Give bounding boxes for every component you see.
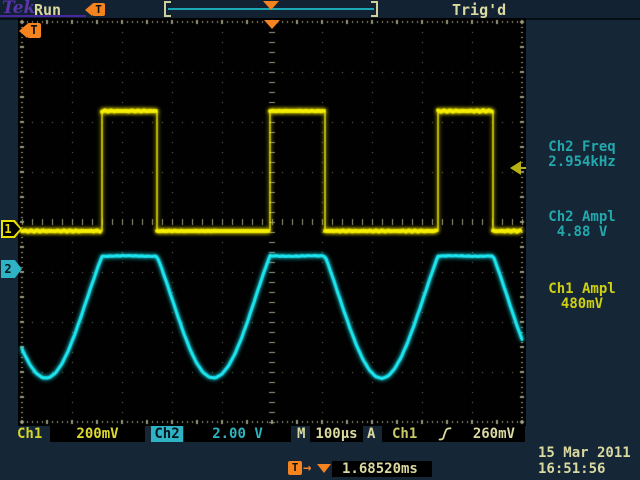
measurement-value: 4.88 V xyxy=(526,225,638,240)
measurement-ch1-ampl: Ch1 Ampl 480mV xyxy=(526,282,638,312)
date-readout: 15 Mar 2011 xyxy=(538,445,631,461)
measurement-ch2-freq: Ch2 Freq 2.954kHz xyxy=(526,140,638,170)
record-view-position-icon xyxy=(263,1,279,10)
ch1-label: Ch1 xyxy=(17,427,42,443)
ch1-scale-readout: 200mV xyxy=(50,426,145,442)
trigger-level-readout: 260mV xyxy=(473,426,515,442)
measurement-label: Ch1 Ampl xyxy=(526,282,638,297)
ch2-marker-label: 2 xyxy=(1,261,15,277)
datetime-readout: 15 Mar 2011 16:51:56 xyxy=(538,445,631,477)
arrow-right-icon: → xyxy=(303,460,311,476)
ch2-scale-readout: 2.00 V xyxy=(184,426,291,442)
oscilloscope-display: Tek Run T Trig'd T 1 2 Ch2 Freq xyxy=(0,0,640,480)
trigger-level-arrow-icon xyxy=(510,161,521,175)
t-marker-icon: T xyxy=(288,461,302,475)
trigger-source: Ch1 xyxy=(392,426,417,442)
trigger-status: Trig'd xyxy=(452,1,506,19)
t-marker-arrow-icon xyxy=(19,24,27,38)
main-timebase-label: M xyxy=(297,427,305,443)
top-status-bar: Tek Run T Trig'd xyxy=(0,0,640,20)
measurement-value: 2.954kHz xyxy=(526,155,638,170)
t-marker-icon: T xyxy=(27,23,41,38)
measurement-ch2-ampl: Ch2 Ampl 4.88 V xyxy=(526,210,638,240)
expansion-point-icon xyxy=(317,464,331,473)
measurement-value: 480mV xyxy=(526,297,638,312)
waveform-display xyxy=(18,18,526,426)
t-marker-icon: T xyxy=(92,3,105,16)
ch2-label-selected: Ch2 xyxy=(151,426,183,442)
time-readout: 16:51:56 xyxy=(538,461,631,477)
trigger-readout: Ch1 260mV xyxy=(382,426,525,442)
graticule-screen xyxy=(18,18,526,426)
delay-time-readout: 1.68520ms xyxy=(332,461,432,477)
timebase-scale-readout: 100µs xyxy=(310,426,363,442)
record-view-indicator xyxy=(164,1,378,17)
expansion-point-icon xyxy=(264,20,280,29)
ch1-marker-label: 1 xyxy=(1,221,15,237)
measurement-label: Ch2 Freq xyxy=(526,140,638,155)
acquisition-status: Run xyxy=(34,1,61,19)
rising-edge-icon xyxy=(438,426,452,442)
t-marker-arrow-icon xyxy=(85,4,92,16)
measurement-label: Ch2 Ampl xyxy=(526,210,638,225)
trigger-system-label: A xyxy=(367,427,375,443)
